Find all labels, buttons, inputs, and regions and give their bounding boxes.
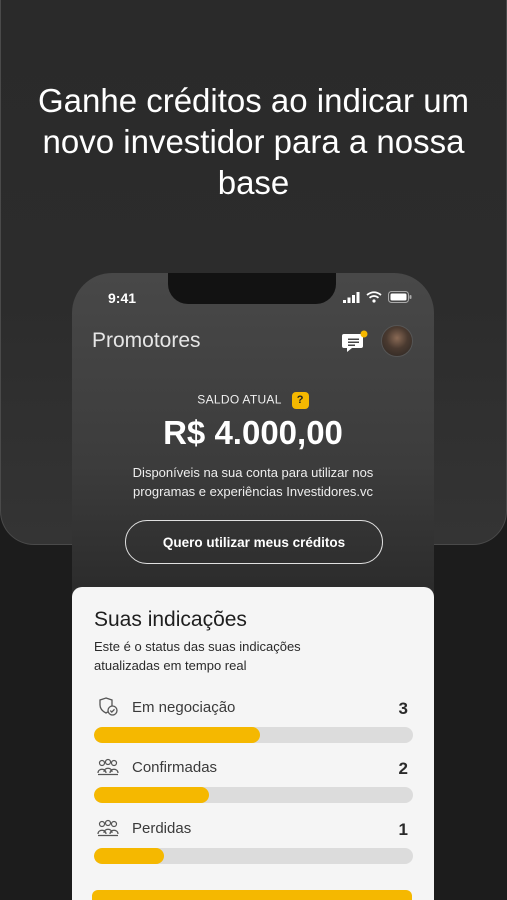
referrals-title: Suas indicações <box>94 608 247 631</box>
wifi-icon <box>366 291 382 303</box>
balance-label: SALDO ATUAL? <box>72 392 434 409</box>
shield-check-icon <box>99 697 118 716</box>
help-icon[interactable]: ? <box>291 392 309 409</box>
progress-track <box>94 848 413 864</box>
stat-row-confirmed[interactable]: Confirmadas 2 <box>94 757 414 803</box>
battery-icon <box>388 291 412 303</box>
use-credits-button[interactable]: Quero utilizar meus créditos <box>125 520 383 564</box>
people-group-icon <box>97 758 119 776</box>
referrals-card: Suas indicações Este é o status das suas… <box>72 587 434 900</box>
balance-label-text: SALDO ATUAL <box>197 392 282 407</box>
people-group-icon <box>97 819 119 837</box>
status-icons <box>343 291 412 303</box>
stat-count: 1 <box>398 820 408 839</box>
referrals-subtitle: Este é o status das suas indicações atua… <box>94 639 301 673</box>
signal-icon <box>343 291 360 303</box>
phone-notch <box>168 273 336 304</box>
headline: Ganhe créditos ao indicar um novo invest… <box>37 82 470 201</box>
stat-label: Em negociação <box>132 699 236 716</box>
balance-description: Disponíveis na sua conta para utilizar n… <box>132 465 374 499</box>
progress-fill <box>94 848 165 864</box>
progress-fill <box>94 727 260 743</box>
stat-count: 3 <box>398 699 408 718</box>
balance-value: R$ 4.000,00 <box>163 414 343 451</box>
stat-label: Confirmadas <box>132 759 218 776</box>
avatar[interactable] <box>381 325 413 357</box>
messages-icon[interactable] <box>342 330 368 354</box>
stat-label: Perdidas <box>132 820 192 837</box>
status-time: 9:41 <box>108 290 137 306</box>
progress-fill <box>94 787 209 803</box>
app-title: Promotores <box>92 329 201 352</box>
progress-track <box>94 787 413 803</box>
stat-row-negotiation[interactable]: Em negociação 3 <box>94 697 414 743</box>
stat-count: 2 <box>398 759 408 778</box>
progress-track <box>94 727 413 743</box>
stat-row-lost[interactable]: Perdidas 1 <box>94 818 414 864</box>
bottom-action-bar[interactable] <box>92 890 412 900</box>
